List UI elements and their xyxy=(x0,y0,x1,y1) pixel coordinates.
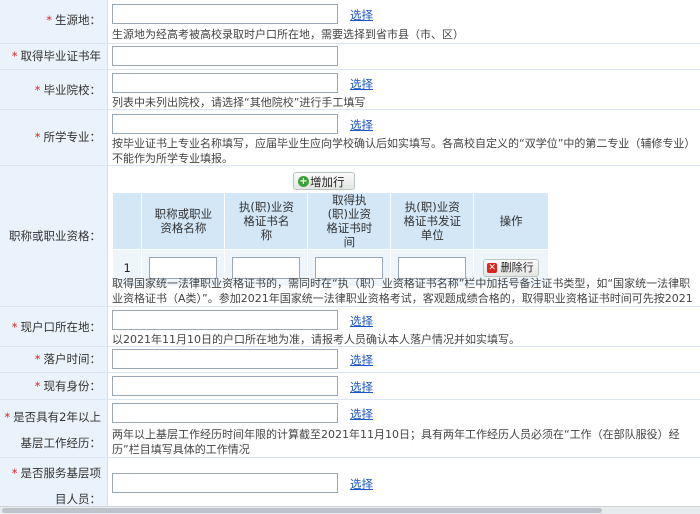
horizontal-scrollbar[interactable] xyxy=(0,506,700,514)
major-label: 所学专业： xyxy=(43,130,102,144)
birthplace-label: 生源地： xyxy=(55,13,101,27)
major-pick-link[interactable]: 选择 xyxy=(350,117,373,133)
row-identity: * 现有身份： 选择 xyxy=(0,373,700,400)
qualification-table: 职称或职业资格名称 执(职)业资格证书名称 取得执(职)业资格证书时间 执(职)… xyxy=(111,192,549,287)
col-header-action: 操作 xyxy=(473,192,549,250)
identity-input[interactable] xyxy=(112,376,338,396)
identity-pick-link[interactable]: 选择 xyxy=(350,379,373,395)
plus-icon: + xyxy=(298,176,309,187)
settle-time-input[interactable] xyxy=(112,349,338,369)
add-row-button[interactable]: + 增加行 xyxy=(293,172,355,190)
grassroots-2yr-input[interactable] xyxy=(112,403,338,423)
identity-label: 现有身份： xyxy=(43,379,102,393)
row-grassroots-2yr: * 是否具有2年以上基层工作经历： 选择 两年以上基层工作经历时间年限的计算截至2… xyxy=(0,400,700,458)
row-school: * 毕业院校： 选择 列表中未列出院校，请选择“其他院校”进行手工填写 xyxy=(0,70,700,110)
birthplace-hint: 生源地为经高考被高校录取时户口所在地，需要选择到省市县（市、区） xyxy=(112,28,464,41)
birthplace-input[interactable] xyxy=(112,4,338,24)
hukou-hint: 以2021年11月10日的户口所在地为准，请报考人员确认本人落户情况并如实填写。 xyxy=(112,333,520,346)
grassroots-project-input[interactable] xyxy=(112,473,338,493)
hukou-input[interactable] xyxy=(112,310,338,330)
birthplace-pick-link[interactable]: 选择 xyxy=(350,7,373,23)
grassroots-project-pick-link[interactable]: 选择 xyxy=(350,476,373,492)
col-header-cert-time: 取得执(职)业资格证书时间 xyxy=(307,192,392,250)
col-header-issuer: 执(职)业资格证书发证单位 xyxy=(390,192,475,250)
grassroots-2yr-pick-link[interactable]: 选择 xyxy=(350,406,373,422)
hukou-label: 现户口所在地： xyxy=(20,320,102,334)
row-major: * 所学专业： 选择 按毕业证书上专业名称填写，应届毕业生应向学校确认后如实填写。… xyxy=(0,110,700,166)
hukou-pick-link[interactable]: 选择 xyxy=(350,313,373,329)
major-input[interactable] xyxy=(112,114,338,134)
row-grad-year: *取得毕业证书年月： xyxy=(0,44,700,83)
col-header-cert-name: 执(职)业资格证书名称 xyxy=(224,192,309,250)
settle-time-pick-link[interactable]: 选择 xyxy=(350,352,373,368)
school-hint: 列表中未列出院校，请选择“其他院校”进行手工填写 xyxy=(112,96,366,109)
row-birthplace: * 生源地： 选择 生源地为经高考被高校录取时户口所在地，需要选择到省市县（市、区… xyxy=(0,0,700,44)
col-header-title: 职称或职业资格名称 xyxy=(141,192,226,250)
grassroots-project-label: 是否服务基层项目人员： xyxy=(20,466,102,506)
school-pick-link[interactable]: 选择 xyxy=(350,76,373,92)
school-input[interactable] xyxy=(112,73,338,93)
grassroots-2yr-label: 是否具有2年以上基层工作经历： xyxy=(13,410,101,450)
major-hint: 按毕业证书上专业名称填写，应届毕业生应向学校确认后如实填写。各高校自定义的“双学… xyxy=(112,137,696,165)
grad-year-input[interactable] xyxy=(112,46,338,66)
grassroots-2yr-hint: 两年以上基层工作经历时间年限的计算截至2021年11月10日；具有两年工作经历人… xyxy=(112,428,680,456)
settle-time-label: 落户时间： xyxy=(43,352,102,366)
school-label: 毕业院校： xyxy=(43,83,102,97)
row-qualification: 职称或职业资格： + 增加行 职称或职业资格名称 执(职)业资格证书名称 取得执… xyxy=(0,166,700,320)
row-settle-time: * 落户时间： 选择 xyxy=(0,347,700,373)
table-header-row: 职称或职业资格名称 执(职)业资格证书名称 取得执(职)业资格证书时间 执(职)… xyxy=(111,192,549,250)
delete-icon: ✕ xyxy=(487,263,498,273)
qualification-label: 职称或职业资格： xyxy=(9,229,101,243)
delete-row-button[interactable]: ✕ 删除行 xyxy=(483,259,540,277)
row-hukou: * 现户口所在地： 选择 以2021年11月10日的户口所在地为准，请报考人员确认… xyxy=(0,307,700,347)
scrollbar-thumb[interactable] xyxy=(2,508,602,513)
